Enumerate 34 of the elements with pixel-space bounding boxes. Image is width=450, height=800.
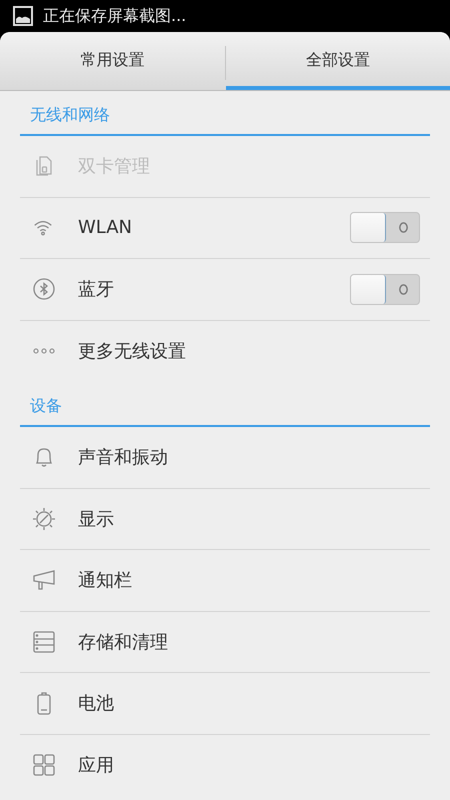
tab[interactable]: 常用设置 <box>0 32 224 90</box>
ring-icon <box>398 221 409 234</box>
section-header: 设备 <box>20 382 430 427</box>
section-header: 无线和网络 <box>20 91 430 136</box>
item-label: 显示 <box>78 508 115 531</box>
toggle-switch[interactable] <box>350 212 420 244</box>
settings-item[interactable]: 电池 <box>20 673 430 734</box>
storage-icon <box>32 630 56 654</box>
settings-item[interactable]: 存储和清理 <box>20 612 430 673</box>
megaphone-icon <box>32 568 56 592</box>
item-label: 声音和振动 <box>78 446 169 470</box>
settings-item[interactable]: 蓝牙 <box>20 259 430 320</box>
item-label: 更多无线设置 <box>78 340 187 364</box>
settings-item[interactable]: 显示 <box>20 488 430 550</box>
brightness-icon <box>32 506 56 531</box>
tab[interactable]: 全部设置 <box>226 32 450 90</box>
apps-icon <box>32 753 56 778</box>
item-label: 蓝牙 <box>78 278 115 302</box>
item-label: 应用 <box>78 754 115 778</box>
settings-item[interactable]: 应用 <box>20 734 430 796</box>
item-label: WLAN <box>78 217 134 238</box>
image-icon <box>13 6 33 26</box>
settings-item[interactable]: 通知栏 <box>20 550 430 612</box>
ring-icon <box>398 282 409 296</box>
toggle-switch[interactable] <box>350 274 420 305</box>
item-label: 存储和清理 <box>78 630 169 654</box>
item-label: 电池 <box>78 692 115 716</box>
settings-item[interactable]: 声音和振动 <box>20 427 430 488</box>
notification-text: 正在保存屏幕截图... <box>43 6 186 26</box>
settings-item[interactable]: 更多无线设置 <box>20 320 430 382</box>
item-label: 通知栏 <box>78 569 133 592</box>
settings-item[interactable]: WLAN <box>20 198 430 259</box>
dots-icon <box>32 347 56 356</box>
bluetooth-icon <box>32 277 56 302</box>
